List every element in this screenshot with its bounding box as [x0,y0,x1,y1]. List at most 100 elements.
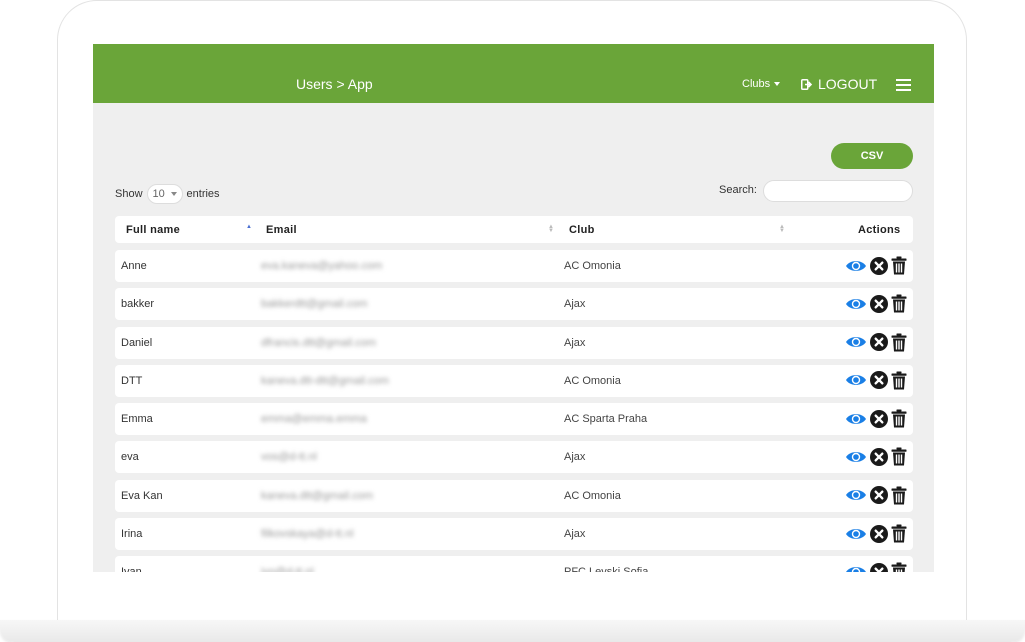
hamburger-menu-icon[interactable] [896,79,911,91]
column-header-full-name[interactable]: Full name [126,224,180,236]
search-label: Search: [719,184,757,196]
view-eye-icon[interactable] [845,412,867,426]
logout-button[interactable]: LOGOUT [801,76,877,92]
show-entries-control: Show 10 entries [115,184,220,204]
view-eye-icon[interactable] [845,335,867,349]
sort-asc-icon[interactable]: ▲ [246,224,252,230]
row-actions [845,447,907,466]
delete-trash-icon[interactable] [891,256,907,275]
clubs-dropdown[interactable]: Clubs [742,78,781,90]
table-row: DTT kaneva.dtt-dtt@gmail.com AC Omonia [115,364,913,397]
csv-export-button[interactable]: CSV [831,143,913,169]
logout-label: LOGOUT [818,76,878,92]
remove-circle-x-icon[interactable] [870,294,888,313]
remove-circle-x-icon[interactable] [870,562,888,572]
cell-email: dfrancis.dtt@gmail.com [261,336,377,349]
sort-icon[interactable]: ▲ ▼ [779,224,785,234]
cell-full-name: Ivan [121,566,142,572]
table-row: bakker bakkerdtt@gmail.com Ajax [115,288,913,321]
cell-email: ivo@d-tt.nl [261,566,314,572]
entries-select-value: 10 [152,188,165,200]
table-header: Full name ▲ Email ▲ ▼ Club ▲ ▼ Actions [115,216,913,243]
top-navbar: Users > App Clubs LOGOUT [93,44,934,103]
app-screen: Users > App Clubs LOGOUT CSV Show 10 ent… [93,44,934,572]
search-input[interactable] [763,180,913,202]
cell-full-name: Anne [121,260,147,272]
row-actions [845,486,907,505]
cell-full-name: bakker [121,298,155,311]
remove-circle-x-icon[interactable] [870,524,888,543]
delete-trash-icon[interactable] [891,486,907,505]
cell-email: vos@d-tt.nl [261,451,317,464]
laptop-base [0,620,1025,642]
row-actions [845,524,907,543]
cell-email: bakkerdtt@gmail.com [261,298,368,311]
breadcrumb: Users > App [296,76,373,92]
delete-trash-icon[interactable] [891,562,907,572]
row-actions [845,562,907,572]
row-actions [845,294,907,313]
sort-icon[interactable]: ▲ ▼ [548,224,554,234]
remove-circle-x-icon[interactable] [870,409,888,428]
cell-club: Ajax [564,298,586,311]
row-actions [845,371,907,390]
remove-circle-x-icon[interactable] [870,333,888,352]
chevron-down-icon [170,192,177,196]
table-row: Emma emma@emma.emma AC Sparta Praha [115,403,913,436]
cell-club: AC Sparta Praha [564,413,648,426]
cell-email: kaneva.dtt@gmail.com [261,489,374,502]
table-row: Anne eva.kaneva@yahoo.com AC Omonia [115,250,913,282]
cell-club: AC Omonia [564,374,621,387]
view-eye-icon[interactable] [845,565,867,572]
users-table-body: Anne eva.kaneva@yahoo.com AC Omonia bakk… [115,250,913,572]
entries-label: entries [186,188,220,200]
clubs-dropdown-label: Clubs [742,78,771,90]
cell-email: eva.kaneva@yahoo.com [261,260,383,272]
cell-full-name: Daniel [121,336,153,349]
cell-full-name: Eva Kan [121,489,163,502]
view-eye-icon[interactable] [845,259,867,273]
cell-club: PFC Levski Sofia [564,566,648,572]
column-header-email[interactable]: Email [266,224,297,236]
table-row: Irina filkovskaya@d-tt.nl Ajax [115,518,913,551]
view-eye-icon[interactable] [845,527,867,541]
delete-trash-icon[interactable] [891,409,907,428]
column-header-club[interactable]: Club [569,224,595,236]
cell-email: emma@emma.emma [261,413,367,426]
cell-club: Ajax [564,528,586,541]
cell-email: filkovskaya@d-tt.nl [261,528,354,541]
delete-trash-icon[interactable] [891,371,907,390]
table-row: Eva Kan kaneva.dtt@gmail.com AC Omonia [115,479,913,512]
view-eye-icon[interactable] [845,450,867,464]
delete-trash-icon[interactable] [891,524,907,543]
cell-full-name: DTT [121,374,143,387]
show-label: Show [115,188,143,200]
remove-circle-x-icon[interactable] [870,371,888,390]
cell-club: AC Omonia [564,489,621,502]
cell-full-name: Irina [121,528,143,541]
cell-club: AC Omonia [564,260,621,272]
remove-circle-x-icon[interactable] [870,486,888,505]
chevron-down-icon [774,82,781,86]
column-header-actions: Actions [858,224,901,236]
view-eye-icon[interactable] [845,488,867,502]
delete-trash-icon[interactable] [891,333,907,352]
cell-full-name: eva [121,451,139,464]
cell-email: kaneva.dtt-dtt@gmail.com [261,374,389,387]
table-row: Ivan ivo@d-tt.nl PFC Levski Sofia [115,556,913,572]
remove-circle-x-icon[interactable] [870,256,888,275]
remove-circle-x-icon[interactable] [870,447,888,466]
row-actions [845,256,907,275]
table-row: eva vos@d-tt.nl Ajax [115,441,913,474]
row-actions [845,333,907,352]
cell-full-name: Emma [121,413,153,426]
delete-trash-icon[interactable] [891,447,907,466]
logout-icon [801,78,813,90]
delete-trash-icon[interactable] [891,294,907,313]
view-eye-icon[interactable] [845,297,867,311]
cell-club: Ajax [564,451,586,464]
cell-club: Ajax [564,336,586,349]
row-actions [845,409,907,428]
entries-per-page-select[interactable]: 10 [146,184,183,204]
view-eye-icon[interactable] [845,373,867,387]
